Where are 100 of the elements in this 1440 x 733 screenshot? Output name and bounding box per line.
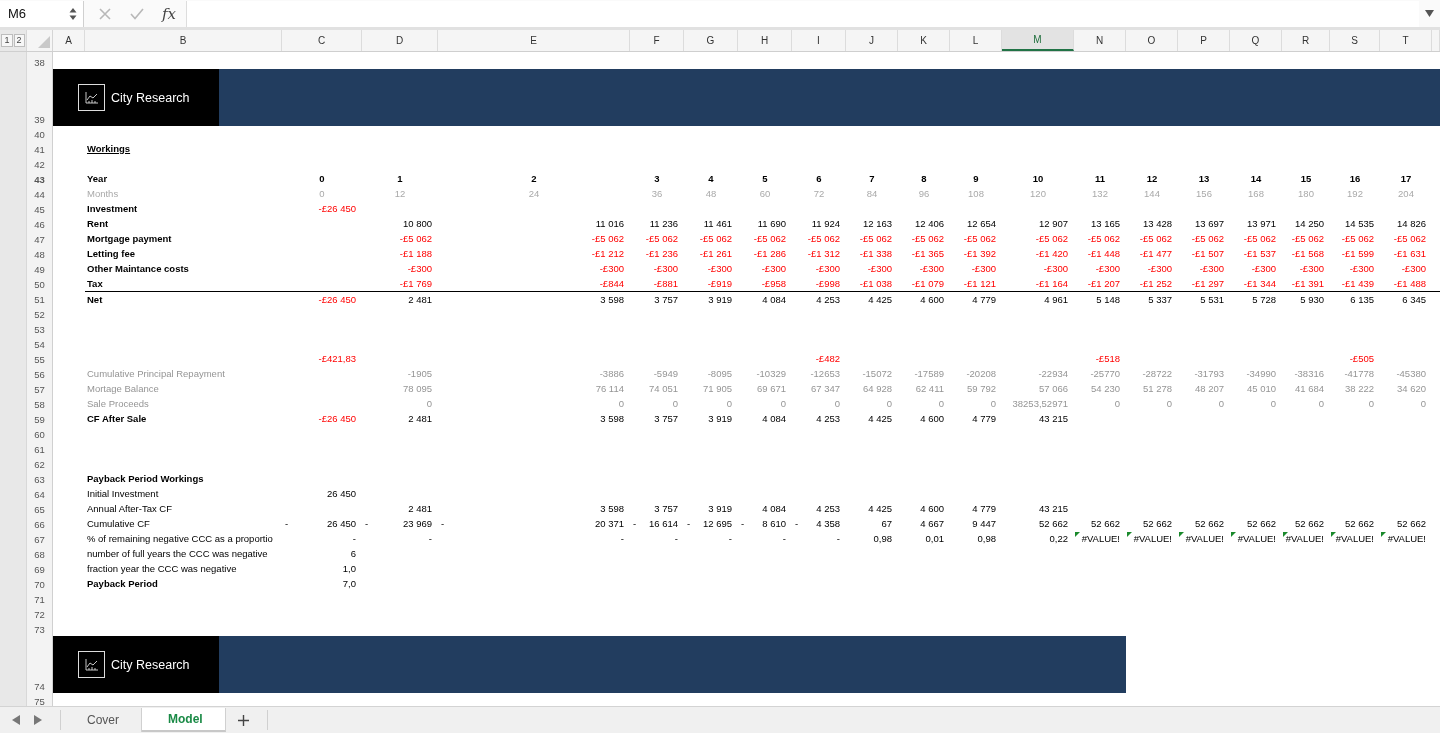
column-header[interactable]: S [1330, 30, 1380, 51]
row-number[interactable]: 43 [27, 171, 53, 186]
column-header[interactable]: G [684, 30, 738, 51]
row-number[interactable]: 71 [27, 591, 53, 606]
check-icon[interactable] [130, 7, 144, 20]
error-indicator-icon[interactable] [1381, 532, 1386, 537]
row-number[interactable]: 62 [27, 456, 53, 471]
column-header[interactable]: K [898, 30, 950, 51]
table-cell: 45 010 [1246, 383, 1276, 394]
table-cell: 4 600 [920, 413, 944, 424]
row-number[interactable]: 54 [27, 336, 53, 351]
error-indicator-icon[interactable] [1127, 532, 1132, 537]
table-cell: 71 905 [702, 383, 732, 394]
row-number[interactable]: 57 [27, 381, 53, 396]
column-header[interactable]: J [846, 30, 898, 51]
row-number[interactable]: 49 [27, 261, 53, 276]
row-number[interactable]: 42 [27, 156, 53, 171]
row-number[interactable]: 61 [27, 441, 53, 456]
row-number[interactable]: 73 [27, 621, 53, 636]
column-header[interactable]: P [1178, 30, 1230, 51]
function-button[interactable]: fx [162, 4, 176, 23]
row-number[interactable]: 45 [27, 201, 53, 216]
row-number[interactable]: 44 [27, 186, 53, 201]
row-number[interactable]: 48 [27, 246, 53, 261]
next-sheet-icon[interactable] [34, 715, 42, 725]
column-header[interactable]: R [1282, 30, 1330, 51]
row-number[interactable]: 39 [27, 69, 53, 126]
row-number[interactable]: 58 [27, 396, 53, 411]
error-indicator-icon[interactable] [1331, 532, 1336, 537]
table-cell: 14 250 [1294, 218, 1324, 229]
caret-icon[interactable] [1425, 10, 1434, 17]
sheet-tab[interactable]: Model [142, 708, 226, 732]
row-number[interactable]: 60 [27, 426, 53, 441]
column-header[interactable]: E [438, 30, 630, 51]
row-number[interactable]: 64 [27, 486, 53, 501]
column-header[interactable]: M [1002, 30, 1074, 51]
row-number[interactable]: 53 [27, 321, 53, 336]
row-number[interactable]: 66 [27, 516, 53, 531]
row-number[interactable]: 69 [27, 561, 53, 576]
column-header[interactable]: Q [1230, 30, 1282, 51]
row-number[interactable]: 70 [27, 576, 53, 591]
table-cell: 14 826 [1396, 218, 1426, 229]
column-header[interactable]: T [1380, 30, 1432, 51]
column-header[interactable]: H [738, 30, 792, 51]
column-header[interactable]: I [792, 30, 846, 51]
outline-level-button[interactable]: 1 [1, 34, 13, 47]
row-number[interactable]: 59 [27, 411, 53, 426]
table-cell: -£1 297 [1191, 278, 1224, 289]
row-number[interactable]: 65 [27, 501, 53, 516]
table-cell: -45380 [1396, 368, 1426, 379]
row-number[interactable]: 51 [27, 291, 53, 306]
row-number[interactable]: 74 [27, 636, 53, 693]
table-cell: 60 [759, 188, 771, 199]
row-number[interactable]: 68 [27, 546, 53, 561]
outline-level-button[interactable]: 2 [13, 34, 25, 47]
table-cell: -3886 [599, 368, 624, 379]
column-header[interactable]: B [85, 30, 282, 51]
row-number[interactable]: 52 [27, 306, 53, 321]
column-header[interactable]: F [630, 30, 684, 51]
table-cell-text: - 4 358 [794, 518, 840, 529]
table-cell: -£300 [1299, 263, 1324, 274]
row-number[interactable]: 46 [27, 216, 53, 231]
error-indicator-icon[interactable] [1283, 532, 1288, 537]
row-number[interactable]: 67 [27, 531, 53, 546]
error-indicator-icon[interactable] [1179, 532, 1184, 537]
error-indicator-icon[interactable] [1075, 532, 1080, 537]
previous-sheet-icon[interactable] [12, 715, 20, 725]
table-cell: 4 253 [816, 293, 840, 305]
table-cell: 4 667 [920, 518, 944, 529]
row-number[interactable]: 63 [27, 471, 53, 486]
row-number[interactable]: 40 [27, 126, 53, 141]
formula-input[interactable] [186, 0, 1419, 27]
column-header[interactable]: C [282, 30, 362, 51]
table-cell: -£300 [1095, 263, 1120, 274]
table-cell: 1 [397, 173, 403, 184]
name-box[interactable]: M6 [0, 0, 84, 27]
row-number[interactable]: 72 [27, 606, 53, 621]
error-indicator-icon[interactable] [1231, 532, 1236, 537]
column-header[interactable]: N [1074, 30, 1126, 51]
table-cell: -£5 062 [1341, 233, 1374, 244]
column-header[interactable]: A [53, 30, 85, 51]
table-cell: 6 345 [1402, 293, 1426, 305]
row-number[interactable]: 56 [27, 366, 53, 381]
column-header[interactable]: D [362, 30, 438, 51]
row-number[interactable]: 75 [27, 693, 53, 706]
row-number[interactable]: 41 [27, 141, 53, 156]
table-cell: 11 690 [757, 218, 786, 229]
row-number[interactable]: 55 [27, 351, 53, 366]
add-sheet-icon[interactable] [237, 714, 249, 726]
table-cell: -£300 [1199, 263, 1224, 274]
row-label: Cumulative Principal Repayment [87, 368, 225, 379]
column-header[interactable]: O [1126, 30, 1178, 51]
table-cell: -£1 079 [911, 278, 944, 289]
table-cell: 5 [762, 173, 768, 184]
row-number[interactable]: 38 [27, 52, 53, 69]
row-number[interactable]: 47 [27, 231, 53, 246]
table-cell: -£300 [815, 263, 840, 274]
row-number[interactable]: 50 [27, 276, 53, 291]
spinner-icon[interactable] [69, 6, 77, 21]
table-cell: -£1 631 [1393, 248, 1426, 259]
